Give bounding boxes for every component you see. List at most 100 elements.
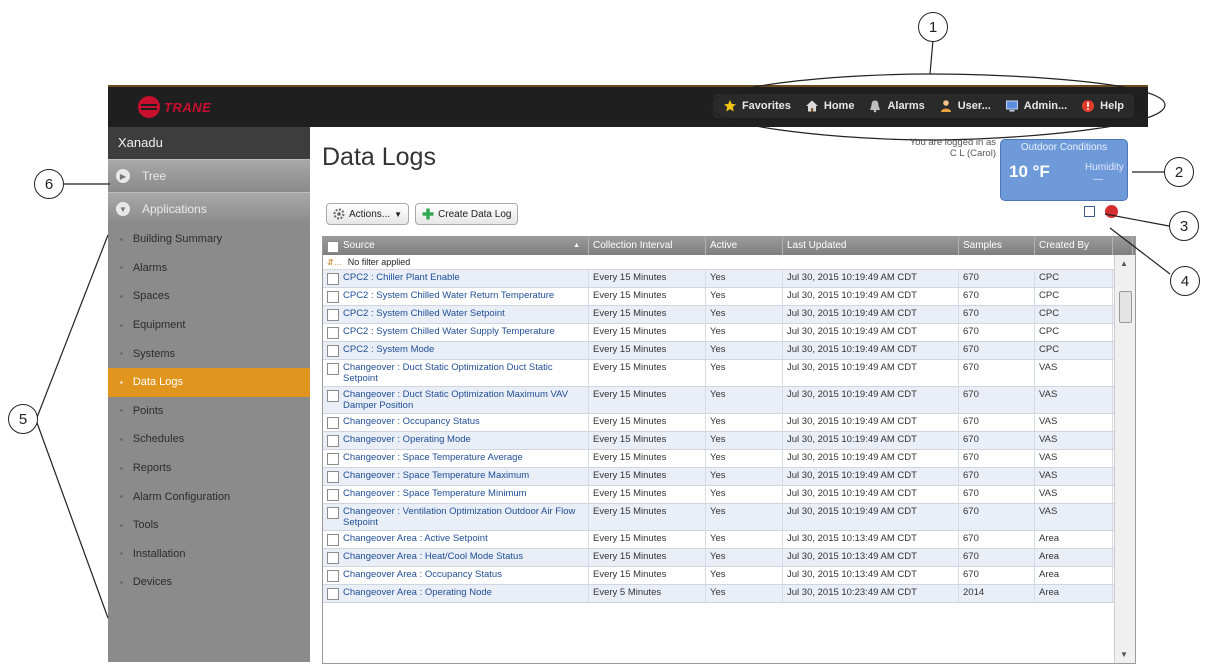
cell-interval: Every 15 Minutes (589, 270, 706, 287)
nav-home[interactable]: Home (805, 99, 855, 113)
maximize-icon[interactable] (1084, 206, 1095, 217)
source-link[interactable]: CPC2 : Chiller Plant Enable (343, 272, 460, 285)
nav-home-label: Home (823, 100, 855, 112)
tree-panel-header[interactable]: ▶ Tree (108, 159, 310, 192)
bullet-icon: ▪ (120, 434, 123, 444)
select-all-checkbox[interactable] (327, 240, 339, 253)
row-checkbox[interactable] (327, 588, 339, 600)
table-row[interactable]: CPC2 : System Mode Every 15 Minutes Yes Jul… (323, 342, 1135, 360)
row-checkbox[interactable] (327, 345, 339, 357)
sidebar-item-schedules[interactable]: ▪ Schedules (108, 425, 310, 454)
row-checkbox[interactable] (327, 327, 339, 339)
column-samples[interactable]: Samples (959, 237, 1035, 255)
source-link[interactable]: Changeover : Ventilation Optimization Ou… (343, 506, 584, 528)
table-row[interactable]: Changeover : Occupancy Status Every 15 Mi… (323, 414, 1135, 432)
table-row[interactable]: CPC2 : System Chilled Water Supply Tempe… (323, 324, 1135, 342)
table-row[interactable]: Changeover Area : Heat/Cool Mode Status E… (323, 549, 1135, 567)
source-link[interactable]: Changeover Area : Occupancy Status (343, 569, 502, 582)
cell-active: Yes (706, 486, 783, 503)
row-checkbox[interactable] (327, 435, 339, 447)
scroll-up-icon[interactable]: ▲ (1120, 259, 1128, 268)
sidebar-item-installation[interactable]: ▪ Installation (108, 540, 310, 569)
nav-alarms[interactable]: Alarms (868, 99, 925, 113)
source-link[interactable]: CPC2 : System Chilled Water Supply Tempe… (343, 326, 555, 339)
table-row[interactable]: CPC2 : Chiller Plant Enable Every 15 Minu… (323, 270, 1135, 288)
column-created-by[interactable]: Created By (1035, 237, 1113, 255)
sidebar-item-building-summary[interactable]: ▪ Building Summary (108, 225, 310, 254)
row-checkbox[interactable] (327, 534, 339, 546)
source-link[interactable]: Changeover : Space Temperature Maximum (343, 470, 529, 483)
actions-menu-button[interactable]: Actions... ▼ (326, 203, 410, 225)
row-checkbox[interactable] (327, 552, 339, 564)
table-row[interactable]: Changeover Area : Operating Node Every 5 … (323, 585, 1135, 603)
row-checkbox[interactable] (327, 417, 339, 429)
row-checkbox[interactable] (327, 390, 339, 402)
source-link[interactable]: Changeover : Space Temperature Average (343, 452, 523, 465)
row-checkbox[interactable] (327, 309, 339, 321)
source-link[interactable]: Changeover Area : Heat/Cool Mode Status (343, 551, 523, 564)
row-checkbox[interactable] (327, 489, 339, 501)
sidebar-item-points[interactable]: ▪ Points (108, 397, 310, 426)
table-scrollbar[interactable]: ▲ ▼ (1114, 255, 1135, 663)
cell-interval: Every 15 Minutes (589, 306, 706, 323)
source-link[interactable]: Changeover : Occupancy Status (343, 416, 480, 429)
outdoor-conditions-widget[interactable]: Outdoor Conditions 10 °F Humidity — (1000, 139, 1128, 201)
row-checkbox[interactable] (327, 363, 339, 375)
source-link[interactable]: Changeover Area : Operating Node (343, 587, 492, 600)
sidebar-item-devices[interactable]: ▪ Devices (108, 568, 310, 597)
cell-samples: 670 (959, 270, 1035, 287)
table-row[interactable]: Changeover : Space Temperature Maximum Ev… (323, 468, 1135, 486)
sidebar-item-alarm-configuration[interactable]: ▪ Alarm Configuration (108, 482, 310, 511)
scroll-down-icon[interactable]: ▼ (1120, 650, 1128, 659)
column-interval[interactable]: Collection Interval (589, 237, 706, 255)
row-checkbox[interactable] (327, 291, 339, 303)
cell-active: Yes (706, 342, 783, 359)
row-checkbox[interactable] (327, 273, 339, 285)
sidebar-item-reports[interactable]: ▪ Reports (108, 454, 310, 483)
sidebar-item-tools[interactable]: ▪ Tools (108, 511, 310, 540)
table-row[interactable]: Changeover : Space Temperature Average Ev… (323, 450, 1135, 468)
callout-6: 6 (34, 169, 64, 199)
stop-icon[interactable] (1105, 205, 1118, 218)
sidebar-item-systems[interactable]: ▪ Systems (108, 339, 310, 368)
source-link[interactable]: Changeover : Space Temperature Minimum (343, 488, 527, 501)
source-link[interactable]: Changeover : Duct Static Optimization Ma… (343, 389, 584, 411)
source-link[interactable]: Changeover Area : Active Setpoint (343, 533, 488, 546)
table-row[interactable]: Changeover : Duct Static Optimization Du… (323, 360, 1135, 387)
nav-favorites[interactable]: Favorites (723, 99, 791, 113)
table-row[interactable]: Changeover : Duct Static Optimization Ma… (323, 387, 1135, 414)
table-row[interactable]: Changeover : Operating Mode Every 15 Minu… (323, 432, 1135, 450)
filter-icon[interactable]: ⇵… (327, 258, 342, 267)
sidebar-item-data-logs[interactable]: ▪ Data Logs (108, 367, 310, 397)
column-source[interactable]: Source ▲ (323, 237, 589, 255)
applications-panel-header[interactable]: ▼ Applications (108, 192, 310, 225)
scroll-thumb[interactable] (1119, 291, 1132, 323)
source-link[interactable]: CPC2 : System Chilled Water Setpoint (343, 308, 505, 321)
source-link[interactable]: Changeover : Operating Mode (343, 434, 471, 447)
table-row[interactable]: CPC2 : System Chilled Water Setpoint Ever… (323, 306, 1135, 324)
sidebar-item-spaces[interactable]: ▪ Spaces (108, 282, 310, 311)
sidebar: Xanadu ▶ Tree ▼ Applications ▪ Building S… (108, 127, 310, 662)
create-data-log-button[interactable]: Create Data Log (415, 203, 519, 225)
table-row[interactable]: Changeover Area : Occupancy Status Every … (323, 567, 1135, 585)
row-checkbox[interactable] (327, 570, 339, 582)
table-row[interactable]: CPC2 : System Chilled Water Return Tempe… (323, 288, 1135, 306)
sidebar-item-label: Data Logs (132, 376, 183, 389)
cell-active: Yes (706, 468, 783, 485)
column-active[interactable]: Active (706, 237, 783, 255)
nav-admin[interactable]: Admin... (1005, 99, 1067, 113)
source-link[interactable]: CPC2 : System Chilled Water Return Tempe… (343, 290, 554, 303)
sidebar-item-equipment[interactable]: ▪ Equipment (108, 311, 310, 340)
row-checkbox[interactable] (327, 507, 339, 519)
source-link[interactable]: CPC2 : System Mode (343, 344, 434, 357)
sidebar-item-alarms[interactable]: ▪ Alarms (108, 254, 310, 283)
source-link[interactable]: Changeover : Duct Static Optimization Du… (343, 362, 584, 384)
table-row[interactable]: Changeover Area : Active Setpoint Every 1… (323, 531, 1135, 549)
nav-user[interactable]: User... (939, 99, 991, 113)
row-checkbox[interactable] (327, 471, 339, 483)
row-checkbox[interactable] (327, 453, 339, 465)
column-last-updated[interactable]: Last Updated (783, 237, 959, 255)
nav-help[interactable]: Help (1081, 99, 1124, 113)
table-row[interactable]: Changeover : Space Temperature Minimum Ev… (323, 486, 1135, 504)
table-row[interactable]: Changeover : Ventilation Optimization Ou… (323, 504, 1135, 531)
